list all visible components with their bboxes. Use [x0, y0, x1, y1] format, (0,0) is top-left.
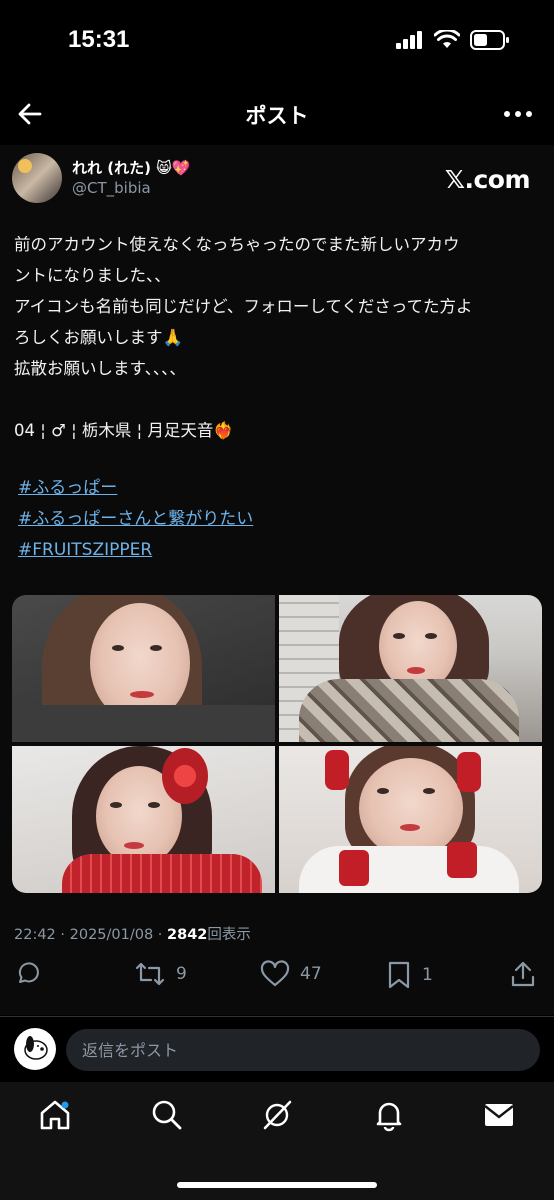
bookmark-count: 1 [422, 965, 433, 985]
photo-ribbon [325, 750, 349, 790]
reply-button[interactable] [14, 960, 52, 988]
share-icon [511, 961, 535, 987]
snoopy-avatar-icon [24, 1036, 48, 1060]
like-button[interactable]: 47 [260, 960, 322, 988]
home-indicator [177, 1182, 377, 1188]
tweet-line: アイコンも名前も同じだけど、フォローしてくださってた方よ [14, 297, 473, 316]
divider [0, 1016, 554, 1017]
photo-lips [400, 824, 420, 831]
retweet-button[interactable]: 9 [134, 960, 187, 988]
photo-eye [110, 802, 122, 808]
hashtag-link[interactable]: #FRUITSZIPPER [18, 535, 253, 566]
hashtag-link[interactable]: #ふるっぱーさんと繋がりたい [18, 504, 253, 535]
share-button[interactable] [510, 960, 536, 988]
photo-eye [377, 788, 389, 794]
source-badge: 𝕏.com [444, 165, 531, 194]
photo-lips [130, 691, 154, 698]
bookmark-button[interactable]: 1 [386, 960, 433, 990]
post-meta: 22:42 · 2025/01/08 · 2842回表示 [14, 923, 251, 944]
tweet-line: ろしくお願いします🙏 [14, 328, 184, 347]
more-icon[interactable] [502, 100, 534, 128]
tweet-text: 前のアカウント使えなくなっちゃったのでまた新しいアカウ ントになりました、、 ア… [14, 229, 538, 446]
author-name[interactable]: れれ (れた) 😸💖 [72, 157, 190, 178]
tweet-line: 拡散お願いします、、、、 [14, 359, 186, 378]
reply-icon [18, 962, 39, 983]
view-count: 2842 [167, 927, 208, 943]
like-icon [260, 960, 290, 987]
media-photo[interactable] [12, 746, 275, 893]
embedded-post[interactable]: れれ (れた) 😸💖 @CT_bibia 𝕏.com 前のアカウント使えなくなっ… [0, 145, 554, 1015]
grok-icon[interactable] [260, 1098, 294, 1132]
like-count: 47 [300, 964, 322, 984]
photo-lips [124, 842, 144, 849]
post-header: ポスト [0, 88, 554, 140]
reply-input[interactable] [66, 1029, 540, 1071]
media-photo[interactable] [12, 595, 275, 742]
action-bar: 9 47 1 [0, 960, 554, 996]
tweet-line: 前のアカウント使えなくなっちゃったのでまた新しいアカウ [14, 235, 460, 254]
hashtag-list: #ふるっぱー #ふるっぱーさんと繋がりたい #FRUITSZIPPER [18, 473, 253, 566]
photo-dress-bow [447, 842, 477, 878]
status-icons [396, 30, 510, 50]
photo-lips [407, 667, 425, 674]
retweet-count: 9 [176, 964, 187, 984]
photo-face [359, 758, 463, 858]
notifications-icon[interactable] [372, 1098, 406, 1132]
wifi-icon [434, 30, 460, 48]
view-label: 回表示 [207, 927, 251, 943]
photo-eye [150, 645, 162, 651]
messages-icon[interactable] [482, 1098, 516, 1132]
media-photo[interactable] [279, 746, 542, 893]
post-timestamp: 22:42 · 2025/01/08 · [14, 927, 168, 943]
search-icon[interactable] [150, 1098, 184, 1132]
media-photo[interactable] [279, 595, 542, 742]
author-handle[interactable]: @CT_bibia [72, 179, 151, 197]
user-avatar[interactable] [14, 1028, 56, 1070]
retweet-icon [135, 962, 165, 986]
photo-eye [425, 633, 437, 639]
bookmark-icon [388, 961, 410, 989]
photo-eye [423, 788, 435, 794]
avatar-flower [18, 159, 32, 173]
avatar[interactable] [12, 153, 62, 203]
photo-jacket [299, 679, 519, 742]
page-title: ポスト [245, 104, 309, 128]
photo-headpiece [162, 748, 208, 804]
photo-costume [62, 854, 262, 893]
photo-eye [393, 633, 405, 639]
author-block[interactable]: れれ (れた) 😸💖 @CT_bibia 𝕏.com [12, 153, 542, 203]
photo-dress-bow [339, 850, 369, 886]
tweet-line: ントになりました、、 [14, 266, 171, 285]
photo-ribbon [457, 752, 481, 792]
home-icon[interactable] [38, 1098, 72, 1132]
status-bar: 15:31 [0, 0, 554, 80]
tweet-line: 04 ¦ ♂ ¦ 栃木県 ¦ 月足天音❤️‍🔥 [14, 421, 234, 440]
status-time: 15:31 [68, 26, 130, 53]
battery-icon [470, 30, 509, 50]
photo-face [379, 601, 457, 691]
photo-clothing [12, 705, 275, 742]
photo-dress [299, 846, 519, 893]
reply-bar [0, 1022, 554, 1080]
hashtag-link[interactable]: #ふるっぱー [18, 473, 253, 504]
tweet-line-blank [14, 384, 538, 415]
photo-eye [112, 645, 124, 651]
signal-icon [396, 31, 422, 49]
media-grid [12, 595, 542, 893]
photo-eye [148, 802, 160, 808]
